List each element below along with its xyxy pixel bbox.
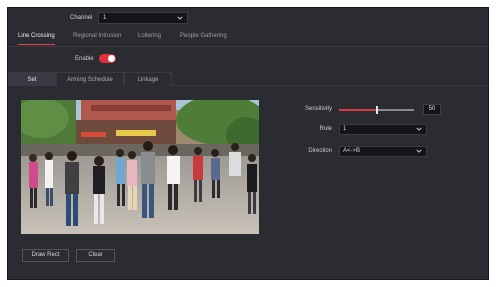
tab-regional-intrusion[interactable]: Regional Intrusion (73, 33, 121, 39)
subtab-set[interactable]: Set (8, 72, 56, 86)
enable-label: Enable (75, 56, 94, 62)
channel-label: Channel (70, 15, 93, 21)
divider (7, 46, 489, 47)
draw-rect-button[interactable]: Draw Rect (22, 249, 69, 262)
slider-fill (339, 109, 377, 111)
slider-thumb[interactable] (375, 106, 378, 114)
sensitivity-label: Sensitivity (304, 106, 332, 112)
channel-value: 1 (103, 15, 107, 21)
subtab-bar: Set Arming Schedule Linkage (8, 72, 489, 86)
tab-people-gathering[interactable]: People Gathering (180, 33, 227, 39)
rule-value: 1 (343, 126, 347, 132)
video-preview[interactable] (21, 100, 259, 234)
rule-select[interactable]: 1 (339, 124, 427, 135)
enable-toggle[interactable] (99, 54, 116, 63)
chevron-down-icon (416, 127, 422, 131)
direction-select[interactable]: A<->B (339, 146, 427, 157)
chevron-down-icon (416, 149, 422, 153)
clear-button[interactable]: Clear (76, 249, 115, 262)
direction-label: Direction (308, 148, 332, 154)
toggle-knob (108, 55, 115, 62)
chevron-down-icon (177, 16, 183, 20)
rule-label: Rule (319, 126, 332, 132)
active-tab-indicator (18, 44, 55, 45)
tab-line-crossing[interactable]: Line Crossing (18, 33, 55, 39)
sensitivity-value[interactable]: 50 (423, 104, 441, 115)
direction-value: A<->B (343, 148, 361, 154)
subtab-arming-schedule[interactable]: Arming Schedule (56, 72, 124, 86)
tab-loitering[interactable]: Loitering (138, 33, 161, 39)
subtab-linkage[interactable]: Linkage (124, 72, 172, 86)
street-scene-image (21, 100, 259, 234)
channel-select[interactable]: 1 (98, 12, 188, 24)
sensitivity-slider[interactable] (339, 106, 414, 114)
